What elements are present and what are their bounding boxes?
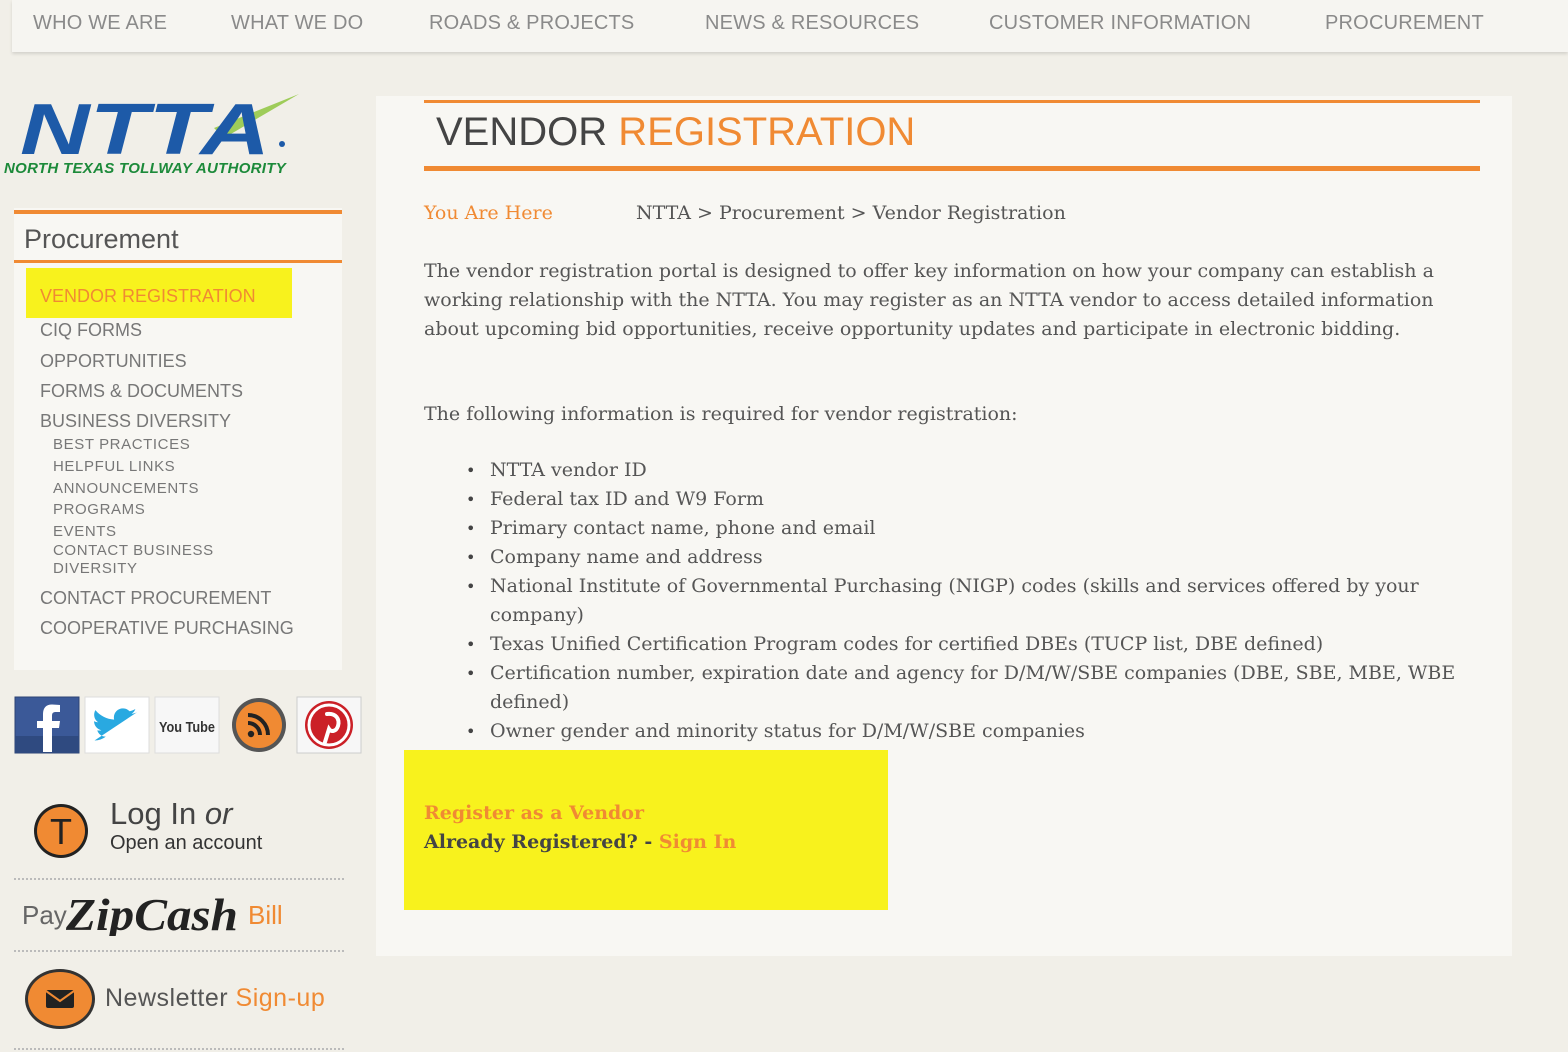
nav-customer-information[interactable]: CUSTOMER INFORMATION [989, 12, 1251, 35]
sidebar-item-ciq-forms[interactable]: CIQ FORMS [40, 320, 142, 341]
sidebar-subitem-best-practices[interactable]: BEST PRACTICES [53, 436, 190, 453]
list-item: Owner gender and minority status for D/M… [466, 717, 1496, 746]
login-link[interactable]: Log In or [110, 796, 232, 832]
newsletter-envelope-icon[interactable] [24, 968, 96, 1030]
pay-bill-link[interactable]: Bill [248, 900, 283, 931]
rss-icon[interactable] [226, 696, 292, 754]
sidebar-item-opportunities[interactable]: OPPORTUNITIES [40, 351, 187, 372]
list-item: Certification number, expiration date an… [466, 659, 1496, 717]
sidebar-top-rule [14, 210, 342, 214]
list-item: NTTA vendor ID [466, 456, 1496, 485]
sidebar-item-business-diversity[interactable]: BUSINESS DIVERSITY [40, 411, 231, 432]
registration-actions-highlight [404, 750, 888, 910]
newsletter-signup-link[interactable]: Newsletter Sign-up [105, 984, 325, 1013]
sidebar-item-vendor-registration[interactable]: VENDOR REGISTRATION [40, 286, 256, 307]
intro-paragraph: The vendor registration portal is design… [424, 260, 1434, 340]
title-top-rule [424, 100, 1480, 103]
tollway-t-icon[interactable]: T [33, 803, 89, 859]
nav-who-we-are[interactable]: WHO WE ARE [33, 12, 167, 35]
sidebar-item-forms-documents[interactable]: FORMS & DOCUMENTS [40, 381, 243, 402]
sidebar-subitem-events[interactable]: EVENTS [53, 523, 117, 540]
breadcrumb: NTTA > Procurement > Vendor Registration [636, 202, 1066, 224]
top-navigation: WHO WE ARE WHAT WE DO ROADS & PROJECTS N… [12, 0, 1568, 52]
svg-text:You Tube: You Tube [159, 719, 215, 736]
nav-roads-projects[interactable]: ROADS & PROJECTS [429, 12, 634, 35]
sidebar-subitem-contact-business[interactable]: CONTACT BUSINESS [53, 542, 214, 559]
nav-what-we-do[interactable]: WHAT WE DO [231, 12, 363, 35]
svg-text:ZipCash: ZipCash [66, 890, 238, 936]
pay-label: Pay [22, 900, 67, 930]
list-item: Company name and address [466, 543, 1496, 572]
title-bottom-rule [424, 166, 1480, 171]
divider [14, 878, 344, 880]
pinterest-icon[interactable] [296, 696, 362, 754]
requirements-intro: The following information is required fo… [424, 403, 1018, 425]
sidebar-item-contact-procurement[interactable]: CONTACT PROCUREMENT [40, 588, 271, 609]
register-vendor-link[interactable]: Register as a Vendor [424, 802, 644, 824]
sidebar-heading-rule [14, 260, 342, 263]
sidebar-subitem-diversity[interactable]: DIVERSITY [53, 560, 138, 577]
zipcash-logo[interactable]: ZipCash [66, 890, 246, 936]
list-item: National Institute of Governmental Purch… [466, 572, 1496, 630]
twitter-icon[interactable] [84, 696, 150, 754]
sign-in-link[interactable]: Sign In [659, 831, 736, 853]
list-item: Federal tax ID and W9 Form [466, 485, 1496, 514]
sidebar-subitem-programs[interactable]: PROGRAMS [53, 501, 145, 518]
sidebar-subitem-announcements[interactable]: ANNOUNCEMENTS [53, 480, 199, 497]
nav-procurement[interactable]: PROCUREMENT [1325, 12, 1484, 35]
you-are-here-label: You Are Here [424, 202, 553, 224]
youtube-icon[interactable]: You Tube [154, 696, 220, 754]
page-title: VENDOR REGISTRATION [436, 110, 916, 154]
svg-text:NTTA: NTTA [20, 90, 270, 170]
sidebar-subitem-helpful-links[interactable]: HELPFUL LINKS [53, 458, 175, 475]
requirements-list: NTTA vendor ID Federal tax ID and W9 For… [466, 456, 1496, 746]
facebook-icon[interactable] [14, 696, 80, 754]
sidebar-item-cooperative-purchasing[interactable]: COOPERATIVE PURCHASING [40, 618, 294, 639]
list-item: Texas Unified Certification Program code… [466, 630, 1496, 659]
sidebar-heading: Procurement [24, 224, 179, 254]
svg-text:T: T [50, 811, 72, 852]
divider [14, 950, 344, 952]
logo-tagline: NORTH TEXAS TOLLWAY AUTHORITY [4, 160, 287, 177]
already-registered: Already Registered? - Sign In [424, 831, 737, 853]
open-account-link[interactable]: Open an account [110, 832, 262, 855]
nav-news-resources[interactable]: NEWS & RESOURCES [705, 12, 919, 35]
list-item: Primary contact name, phone and email [466, 514, 1496, 543]
divider [14, 1048, 344, 1050]
